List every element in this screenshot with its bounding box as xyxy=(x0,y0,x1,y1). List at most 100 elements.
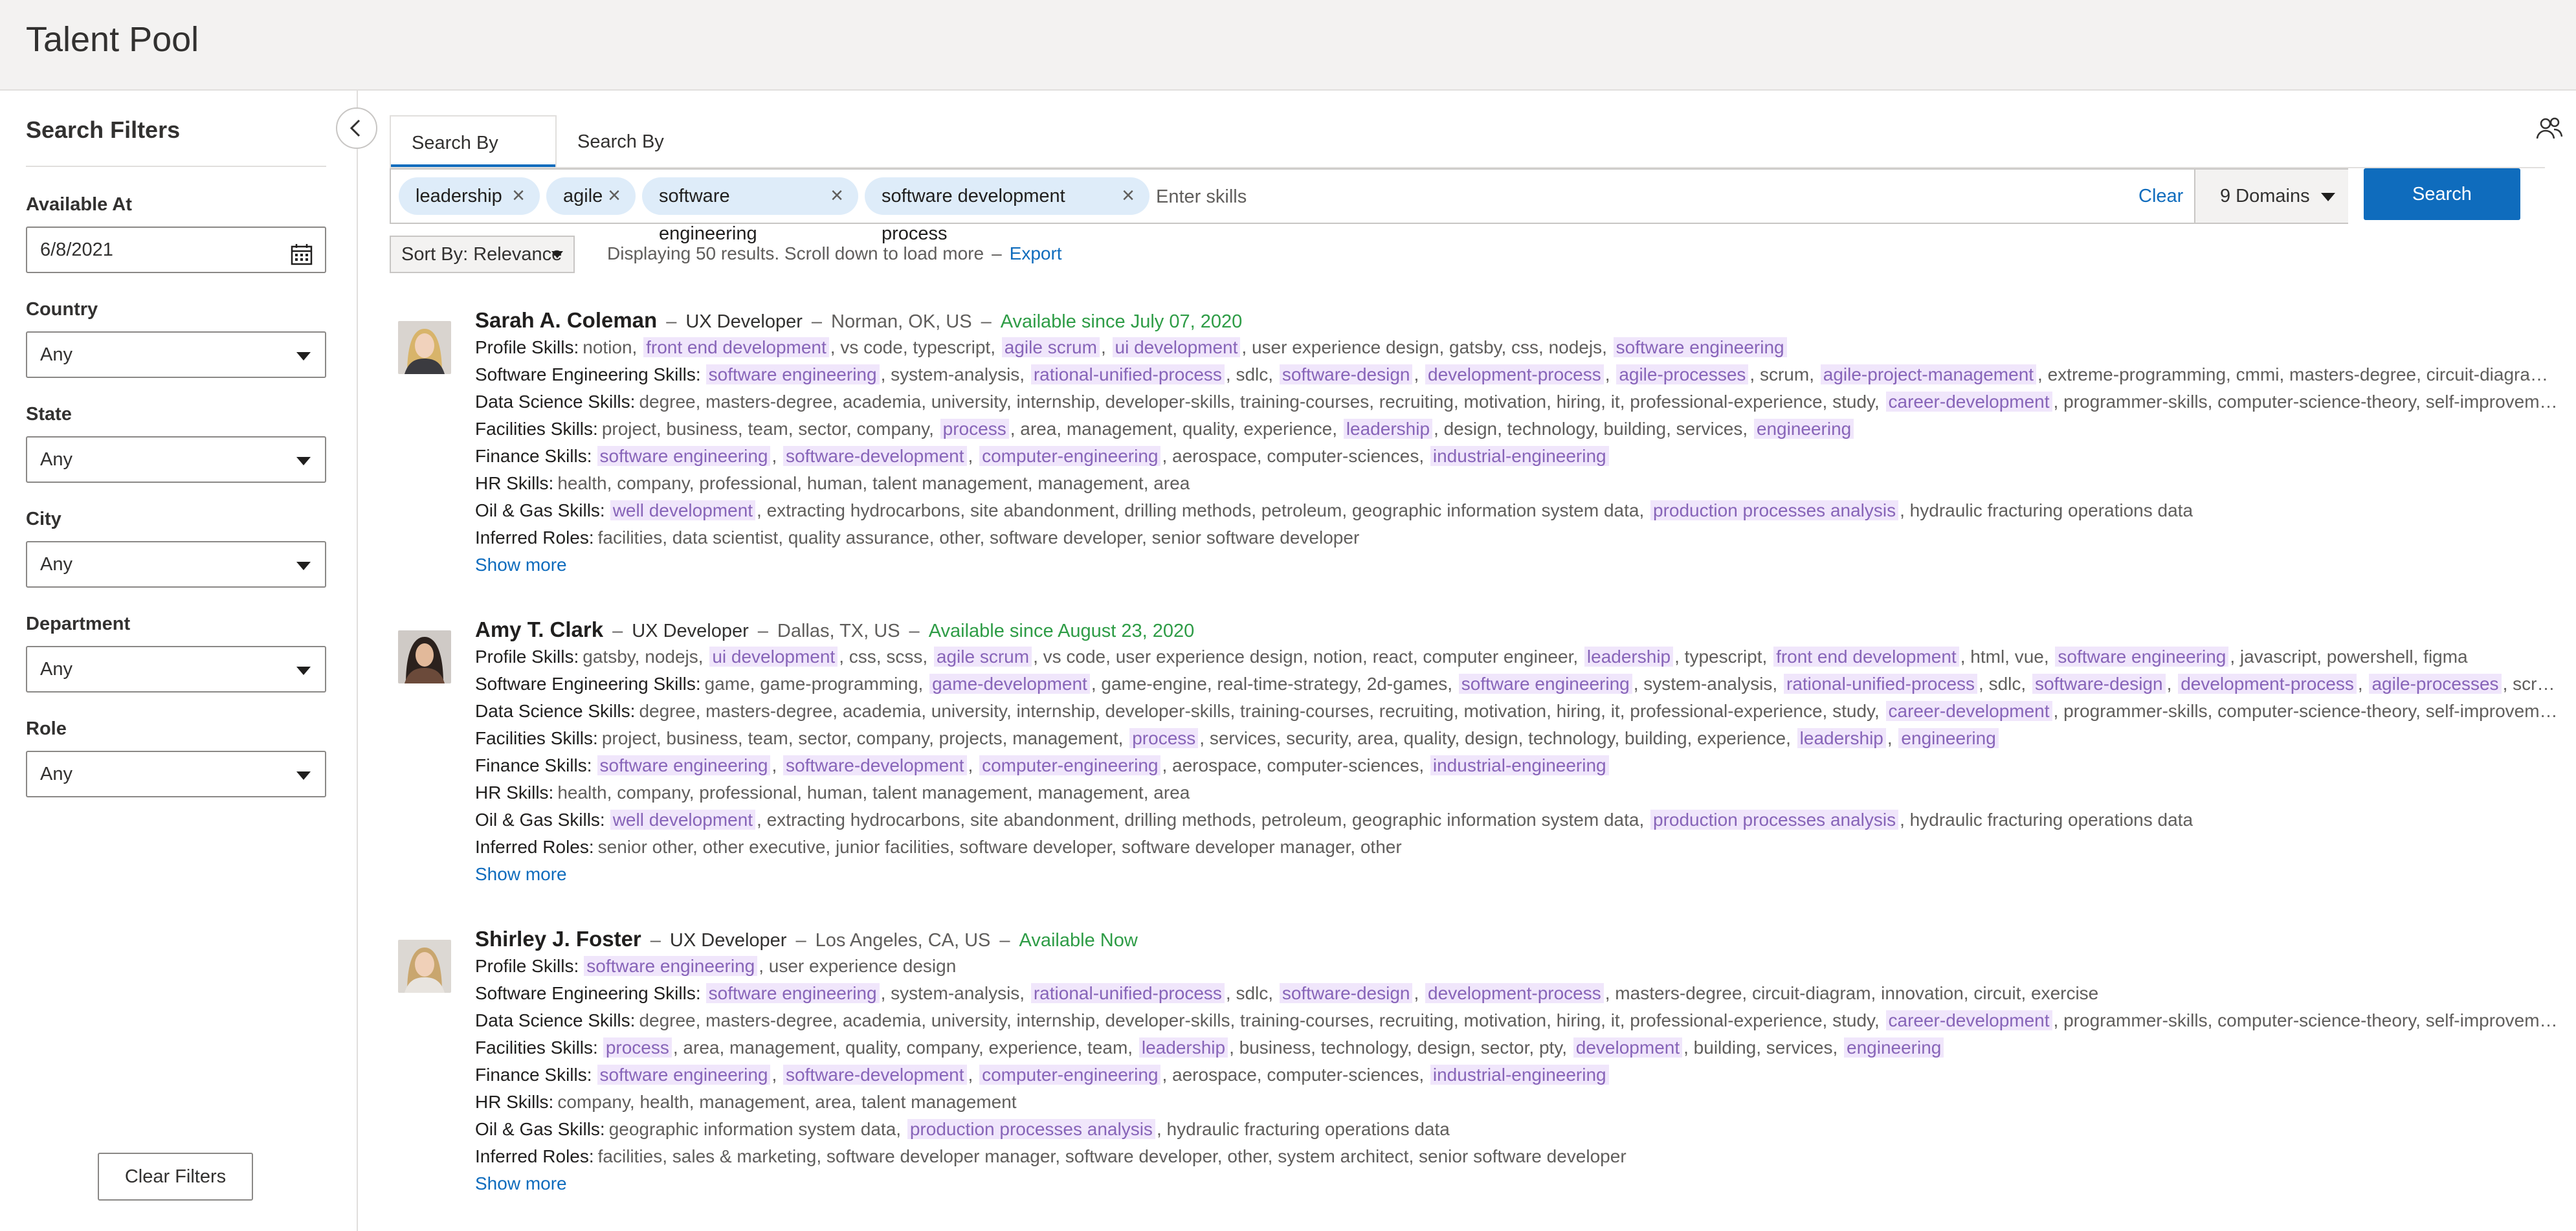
skill-text: , xyxy=(968,1065,979,1085)
candidate-name[interactable]: Sarah A. Coleman xyxy=(475,308,657,332)
show-more-link[interactable]: Show more xyxy=(475,861,567,888)
skill-row-label: Data Science Skills: xyxy=(475,1010,636,1030)
matched-skill: engineering xyxy=(1753,419,1854,439)
matched-skill: development-process xyxy=(1425,364,1604,384)
skill-text: , scrum, xyxy=(2502,674,2559,694)
role-select[interactable]: Any xyxy=(26,751,326,797)
candidate-header: Shirley J. Foster – UX Developer – Los Angel… xyxy=(475,926,2559,953)
skill-row: Finance Skills: software engineering, sof… xyxy=(475,443,2559,470)
skill-text: , aerospace, computer-sciences, xyxy=(1162,1065,1429,1085)
city-select[interactable]: Any xyxy=(26,541,326,588)
skill-row: Inferred Roles: facilities, sales & marke… xyxy=(475,1143,2559,1170)
skill-row: Finance Skills: software engineering, sof… xyxy=(475,1061,2559,1089)
matched-skill: computer-engineering xyxy=(979,1065,1161,1085)
skill-text: , sdlc, xyxy=(1225,983,1278,1003)
skill-row-label: Profile Skills: xyxy=(475,956,579,976)
skill-text: , system-analysis, xyxy=(1633,674,1782,694)
skill-text: , aerospace, computer-sciences, xyxy=(1162,446,1429,466)
skill-text: degree, masters-degree, academia, univer… xyxy=(639,1010,1885,1030)
candidate-header: Sarah A. Coleman – UX Developer – Norman, OK… xyxy=(475,307,2559,334)
state-label: State xyxy=(26,404,72,425)
skill-text: , area, management, quality, company, ex… xyxy=(672,1037,1138,1058)
tab-search-by-skills[interactable]: Search By Skills xyxy=(390,115,557,206)
skill-text: , system-analysis, xyxy=(880,364,1030,384)
skill-row: HR Skills: company, health, management, a… xyxy=(475,1089,2559,1116)
close-icon[interactable]: × xyxy=(605,177,624,215)
skill-text: , sdlc, xyxy=(1225,364,1278,384)
city-label: City xyxy=(26,509,61,529)
matched-skill: game-development xyxy=(929,674,1090,694)
matched-skill: software engineering xyxy=(705,364,880,384)
domains-dropdown[interactable]: 9 Domains xyxy=(2194,170,2348,223)
search-button[interactable]: Search xyxy=(2364,168,2520,220)
matched-skill: well development xyxy=(610,500,756,520)
skill-text: , sdlc, xyxy=(1979,674,2031,694)
clear-skills-link[interactable]: Clear xyxy=(2138,170,2183,223)
skill-row: Data Science Skills: degree, masters-degr… xyxy=(475,698,2559,725)
state-value: Any xyxy=(40,449,72,470)
collapse-sidebar-button[interactable] xyxy=(336,107,377,149)
avatar xyxy=(398,940,451,993)
results-count-text: Displaying 50 results. Scroll down to lo… xyxy=(607,243,984,263)
available-at-input[interactable]: 6/8/2021 xyxy=(26,227,326,273)
filters-sidebar: Search Filters Available At 6/8/2021 Cou… xyxy=(0,91,358,1231)
skills-input[interactable] xyxy=(1156,179,1609,215)
skill-text: geographic information system data, xyxy=(608,1119,906,1139)
skill-row: Software Engineering Skills: software eng… xyxy=(475,361,2559,388)
available-at-value: 6/8/2021 xyxy=(40,239,113,260)
skill-row: Profile Skills: notion, front end develop… xyxy=(475,334,2559,361)
matched-skill: career-development xyxy=(1885,701,2052,721)
sort-dropdown[interactable]: Sort By: Relevance xyxy=(390,236,575,273)
chevron-down-icon xyxy=(551,251,563,258)
app-title: Talent Pool xyxy=(26,20,199,59)
candidate-name[interactable]: Amy T. Clark xyxy=(475,617,603,641)
matched-skill: engineering xyxy=(1898,728,1999,748)
matched-skill: production processes analysis xyxy=(1650,500,1899,520)
skill-row: Oil & Gas Skills: well development, extra… xyxy=(475,806,2559,834)
show-more-link[interactable]: Show more xyxy=(475,551,567,579)
country-select[interactable]: Any xyxy=(26,331,326,378)
skill-text: , vs code, typescript, xyxy=(830,337,1001,357)
skill-row: Facilities Skills: project, business, tea… xyxy=(475,416,2559,443)
people-icon[interactable] xyxy=(2535,114,2564,144)
department-select[interactable]: Any xyxy=(26,646,326,693)
matched-skill: software engineering xyxy=(2055,647,2229,667)
avatar xyxy=(398,630,451,683)
matched-skill: agile-project-management xyxy=(1820,364,2037,384)
export-link[interactable]: Export xyxy=(1010,243,1062,263)
state-select[interactable]: Any xyxy=(26,436,326,483)
skill-text: , services, security, area, quality, des… xyxy=(1199,728,1796,748)
show-more-link[interactable]: Show more xyxy=(475,1170,567,1197)
skill-text: project, business, team, sector, company… xyxy=(601,419,939,439)
skill-chip: software development process × xyxy=(865,177,1149,244)
matched-skill: ui development xyxy=(709,647,838,667)
tab-search-by-name[interactable]: Search By Name xyxy=(557,115,727,205)
candidate-name[interactable]: Shirley J. Foster xyxy=(475,927,641,951)
matched-skill: rational-unified-process xyxy=(1784,674,1978,694)
skill-row: Finance Skills: software engineering, sof… xyxy=(475,752,2559,779)
skill-text: , aerospace, computer-sciences, xyxy=(1162,755,1429,775)
skill-text: health, company, professional, human, ta… xyxy=(557,473,1190,493)
close-icon[interactable]: × xyxy=(827,177,847,215)
skill-row: Data Science Skills: degree, masters-degr… xyxy=(475,1007,2559,1034)
close-icon[interactable]: × xyxy=(1118,177,1138,215)
divider xyxy=(26,166,326,167)
skill-row-label: Inferred Roles: xyxy=(475,837,594,857)
availability-status: Available since August 23, 2020 xyxy=(928,621,1195,641)
skill-row-label: Facilities Skills: xyxy=(475,728,598,748)
skill-text: , scrum, xyxy=(1749,364,1819,384)
candidate-title: UX Developer xyxy=(669,930,787,951)
candidate-details: Amy T. Clark – UX Developer – Dallas, TX, US… xyxy=(475,616,2559,888)
matched-skill: leadership xyxy=(1584,647,1674,667)
calendar-icon[interactable] xyxy=(290,238,313,265)
chip-label: software development process xyxy=(882,186,1065,244)
close-icon[interactable]: × xyxy=(509,177,528,215)
skill-text: , html, vue, xyxy=(1960,647,2054,667)
skill-text: , vs code, user experience design, notio… xyxy=(1033,647,1583,667)
matched-skill: front end development xyxy=(643,337,829,357)
skill-text: , building, services, xyxy=(1683,1037,1843,1058)
clear-filters-button[interactable]: Clear Filters xyxy=(98,1153,253,1201)
skill-row: Inferred Roles: facilities, data scientis… xyxy=(475,524,2559,551)
matched-skill: process xyxy=(940,419,1009,439)
skill-text: gatsby, nodejs, xyxy=(583,647,709,667)
